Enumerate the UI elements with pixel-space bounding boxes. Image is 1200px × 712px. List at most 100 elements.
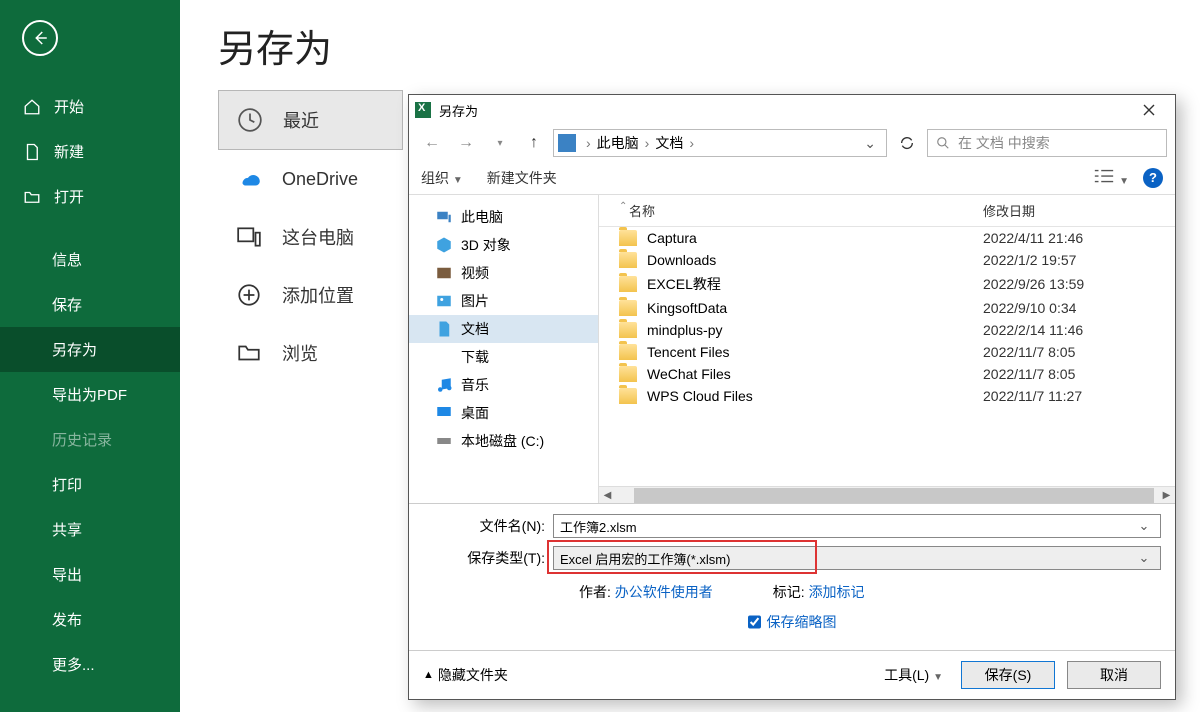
filename-dropdown-icon[interactable]: ⌄ — [1134, 518, 1154, 534]
tree-item[interactable]: 下载 — [409, 343, 598, 371]
crumb-root[interactable]: 此电脑 — [597, 133, 639, 153]
search-icon — [936, 136, 950, 150]
save-button[interactable]: 保存(S) — [961, 661, 1055, 689]
nav-row: ← → ▾ ↑ › 此电脑 › 文档 › ⌄ 在 文档 中搜索 — [409, 125, 1175, 161]
folder-icon — [619, 344, 637, 360]
address-bar[interactable]: › 此电脑 › 文档 › ⌄ — [553, 129, 887, 157]
tree-item[interactable]: 音乐 — [409, 371, 598, 399]
location-thispc[interactable]: 这台电脑 — [218, 208, 403, 266]
folder-open-icon — [22, 187, 42, 207]
disk-icon — [435, 432, 453, 450]
desk-icon — [435, 404, 453, 422]
arrow-left-icon — [31, 29, 49, 47]
search-input[interactable]: 在 文档 中搜索 — [927, 129, 1167, 157]
horizontal-scrollbar[interactable]: ◀ ▶ — [599, 486, 1175, 503]
video-icon — [435, 264, 453, 282]
tree-item[interactable]: 3D 对象 — [409, 231, 598, 259]
doc-icon — [435, 320, 453, 338]
nav-saveas[interactable]: 另存为 — [0, 327, 180, 372]
nav-open-label: 打开 — [54, 186, 84, 207]
addplace-icon — [234, 280, 264, 310]
file-row[interactable]: Downloads2022/1/2 19:57 — [599, 249, 1175, 271]
nav-print[interactable]: 打印 — [0, 462, 180, 507]
pc-icon — [435, 208, 453, 226]
nav-forward-button: → — [451, 129, 481, 157]
file-row[interactable]: KingsoftData2022/9/10 0:34 — [599, 297, 1175, 319]
tree-item[interactable]: 图片 — [409, 287, 598, 315]
nav-more[interactable]: 更多... — [0, 642, 180, 687]
tree-item[interactable]: 文档 — [409, 315, 598, 343]
organize-menu[interactable]: 组织 ▼ — [421, 168, 463, 188]
file-row[interactable]: WeChat Files2022/11/7 8:05 — [599, 363, 1175, 385]
cancel-button[interactable]: 取消 — [1067, 661, 1161, 689]
nav-tree[interactable]: 此电脑3D 对象视频图片文档下载音乐桌面本地磁盘 (C:) — [409, 195, 599, 503]
nav-up-button[interactable]: ↑ — [519, 129, 549, 157]
onedrive-icon — [234, 164, 264, 194]
location-addplace[interactable]: 添加位置 — [218, 266, 403, 324]
col-name-header[interactable]: 名称 — [629, 201, 983, 220]
list-header[interactable]: ⌃ 名称 修改日期 — [599, 195, 1175, 227]
file-fields: 文件名(N): 工作簿2.xlsm⌄ 保存类型(T): Excel 启用宏的工作… — [409, 504, 1175, 650]
nav-info[interactable]: 信息 — [0, 237, 180, 282]
file-row[interactable]: Tencent Files2022/11/7 8:05 — [599, 341, 1175, 363]
nav-start-label: 开始 — [54, 96, 84, 117]
dialog-footer: ▲ 隐藏文件夹 工具(L) ▼ 保存(S) 取消 — [409, 650, 1175, 699]
col-date-header[interactable]: 修改日期 — [983, 201, 1163, 220]
music-icon — [435, 376, 453, 394]
filetype-select[interactable]: Excel 启用宏的工作簿(*.xlsm)⌄ — [553, 546, 1161, 570]
scroll-left-icon[interactable]: ◀ — [599, 487, 616, 504]
help-button[interactable]: ? — [1143, 168, 1163, 188]
file-icon — [22, 142, 42, 162]
nav-new[interactable]: 新建 — [0, 129, 180, 174]
dialog-close-button[interactable] — [1129, 96, 1169, 124]
file-list: ⌃ 名称 修改日期 Captura2022/4/11 21:46Download… — [599, 195, 1175, 503]
location-recent[interactable]: 最近 — [218, 90, 403, 150]
tools-menu[interactable]: 工具(L) ▼ — [878, 661, 949, 689]
nav-exportpdf[interactable]: 导出为PDF — [0, 372, 180, 417]
filetype-dropdown-icon[interactable]: ⌄ — [1134, 550, 1154, 566]
save-thumbnail-label[interactable]: 保存缩略图 — [767, 612, 837, 632]
nav-publish[interactable]: 发布 — [0, 597, 180, 642]
file-row[interactable]: mindplus-py2022/2/14 11:46 — [599, 319, 1175, 341]
tags-value[interactable]: 添加标记 — [809, 584, 865, 600]
view-menu[interactable]: ▼ — [1093, 168, 1129, 187]
filetype-label: 保存类型(T): — [423, 548, 553, 568]
address-dropdown-icon[interactable]: ⌄ — [858, 135, 882, 152]
nav-new-label: 新建 — [54, 141, 84, 162]
file-list-body[interactable]: Captura2022/4/11 21:46Downloads2022/1/2 … — [599, 227, 1175, 486]
scroll-thumb[interactable] — [634, 488, 1154, 503]
pc-icon — [234, 222, 264, 252]
location-browse[interactable]: 浏览 — [218, 324, 403, 382]
filename-input[interactable]: 工作簿2.xlsm⌄ — [553, 514, 1161, 538]
tree-item[interactable]: 桌面 — [409, 399, 598, 427]
author-value[interactable]: 办公软件使用者 — [615, 584, 713, 600]
tree-item[interactable]: 视频 — [409, 259, 598, 287]
nav-share[interactable]: 共享 — [0, 507, 180, 552]
file-row[interactable]: Captura2022/4/11 21:46 — [599, 227, 1175, 249]
newfolder-button[interactable]: 新建文件夹 — [487, 168, 557, 188]
back-button[interactable] — [22, 20, 58, 56]
crumb-folder[interactable]: 文档 — [655, 133, 683, 153]
file-row[interactable]: EXCEL教程2022/9/26 13:59 — [599, 271, 1175, 297]
hide-folders-button[interactable]: ▲ 隐藏文件夹 — [423, 665, 508, 685]
tree-item[interactable]: 本地磁盘 (C:) — [409, 427, 598, 455]
browse-folder-icon — [234, 338, 264, 368]
refresh-button[interactable] — [891, 129, 923, 157]
tags-label: 标记: — [773, 584, 805, 600]
scroll-right-icon[interactable]: ▶ — [1158, 487, 1175, 504]
toolbar: 组织 ▼ 新建文件夹 ▼ ? — [409, 161, 1175, 195]
nav-export[interactable]: 导出 — [0, 552, 180, 597]
file-row[interactable]: WPS Cloud Files2022/11/7 11:27 — [599, 385, 1175, 407]
backstage-sidebar: 开始 新建 打开 信息 保存 另存为 导出为PDF 历史记录 打印 共享 导出 … — [0, 0, 180, 712]
dialog-titlebar: 另存为 — [409, 95, 1175, 125]
pc-small-icon — [558, 134, 576, 152]
location-onedrive[interactable]: OneDrive — [218, 150, 403, 208]
nav-history-dropdown[interactable]: ▾ — [485, 129, 515, 157]
nav-save[interactable]: 保存 — [0, 282, 180, 327]
tree-item[interactable]: 此电脑 — [409, 203, 598, 231]
excel-icon — [415, 102, 431, 118]
nav-start[interactable]: 开始 — [0, 84, 180, 129]
save-thumbnail-checkbox[interactable] — [748, 612, 761, 632]
dl-icon — [435, 348, 453, 366]
nav-open[interactable]: 打开 — [0, 174, 180, 219]
